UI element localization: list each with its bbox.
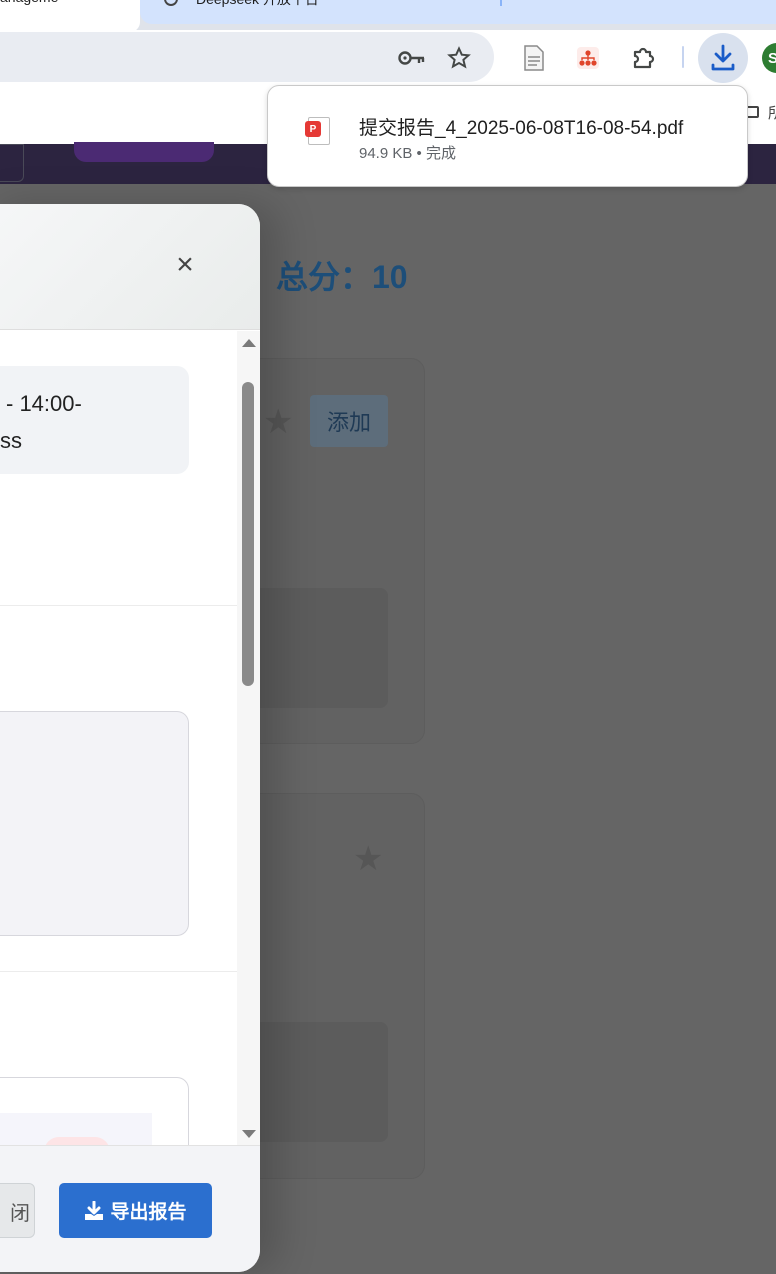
sitemap-extension-icon[interactable]: [572, 42, 604, 74]
tab-separator: [500, 0, 502, 6]
scrollbar-thumb[interactable]: [242, 382, 254, 686]
close-button[interactable]: 闭: [0, 1183, 35, 1238]
close-icon[interactable]: ×: [170, 250, 200, 280]
profile-initial: S: [768, 49, 776, 67]
toolbar-divider: [682, 46, 684, 68]
tab-inactive-title: Deepseek 开放平台: [196, 0, 319, 9]
report-modal: × - 14:00- ss 闭 导出报告: [0, 204, 260, 1272]
pdf-file-icon: P: [305, 117, 330, 145]
download-bubble[interactable]: P 提交报告_4_2025-06-08T16-08-54.pdf 94.9 KB…: [267, 85, 748, 187]
export-report-button[interactable]: 导出报告: [59, 1183, 212, 1238]
total-score: 总分：10: [276, 259, 408, 295]
modal-body: - 14:00- ss: [0, 331, 238, 1145]
tab-favicon-icon: [164, 0, 178, 6]
header-nav-pill: [74, 142, 214, 162]
scroll-down-arrow-icon[interactable]: [242, 1130, 256, 1138]
content-box: [0, 711, 189, 936]
header-left-control: [0, 144, 24, 182]
tab-active[interactable]: anageme: [0, 0, 140, 32]
extensions-puzzle-icon[interactable]: [628, 42, 660, 74]
star-icon: ★: [353, 840, 384, 878]
bookmark-star-icon[interactable]: [443, 42, 475, 74]
modal-header: ×: [0, 204, 260, 330]
password-key-icon[interactable]: [396, 42, 428, 74]
modal-footer: 闭 导出报告: [0, 1145, 260, 1272]
section-divider: [0, 971, 238, 972]
section-divider: [0, 605, 238, 606]
scroll-up-arrow-icon[interactable]: [242, 339, 256, 347]
download-filename[interactable]: 提交报告_4_2025-06-08T16-08-54.pdf: [359, 113, 683, 140]
info-text: ss: [0, 428, 22, 453]
downloads-button[interactable]: [698, 33, 748, 83]
bookmark-label[interactable]: 所: [768, 102, 776, 123]
time-range-text: - 14:00-: [6, 391, 82, 416]
status-badge: [44, 1137, 110, 1145]
export-button-label: 导出报告: [110, 1202, 187, 1223]
tab-deepseek[interactable]: Deepseek 开放平台: [140, 0, 776, 24]
download-icon: [711, 44, 735, 71]
document-extension-icon[interactable]: [518, 42, 550, 74]
tab-active-title: anageme: [0, 0, 58, 5]
time-info-box: - 14:00- ss: [0, 366, 189, 474]
download-size-status: 94.9 KB • 完成: [359, 145, 456, 162]
download-icon: [85, 1200, 104, 1220]
close-button-label: 闭: [10, 1203, 30, 1225]
add-button: 添加: [310, 395, 388, 447]
star-icon: ★: [263, 403, 294, 441]
